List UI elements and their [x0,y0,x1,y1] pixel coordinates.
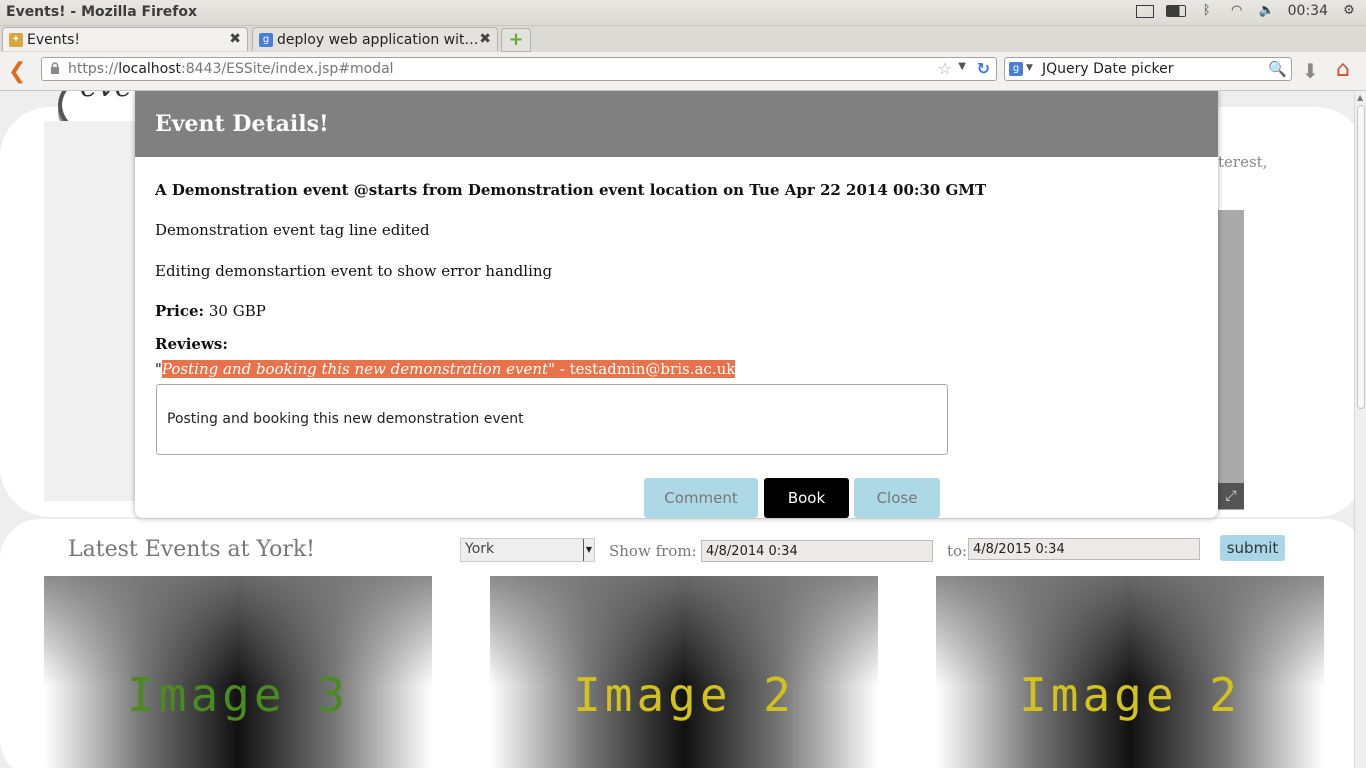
search-input[interactable]: JQuery Date picker [1042,61,1174,77]
clock[interactable]: 00:34 [1288,3,1328,19]
submit-button[interactable]: submit [1220,535,1285,561]
to-date-input[interactable]: 4/8/2015 0:34 [968,538,1200,560]
tab-events[interactable]: ✦ Events! ✖ [2,27,248,51]
event-image[interactable]: Image 2 [490,576,878,768]
event-image-label: Image 2 [573,668,795,722]
city-select-value: York [465,541,495,557]
mail-icon[interactable] [1135,4,1154,18]
page-content: eve terest, ⤢ Latest Events at York! Yor… [0,91,1354,768]
search-icon[interactable]: 🔍 [1268,60,1287,78]
new-tab-button[interactable]: + [501,28,531,52]
google-favicon-icon: g [259,32,273,47]
review-item: "Posting and booking this new demonstrat… [155,360,736,378]
comment-button[interactable]: Comment [644,478,758,518]
history-dropdown-icon[interactable]: ▼ [958,61,966,72]
url-bar[interactable]: https://localhost:8443/ESSite/index.jsp#… [41,57,997,81]
tab-label: Events! [27,31,81,48]
gear-icon[interactable]: ⚙ [1340,4,1358,18]
review-open-quote: " [155,360,162,378]
modal-title: Event Details! [155,111,329,137]
event-tagline: Demonstration event tag line edited [155,221,430,239]
review-highlight: Posting and booking this new demonstrati… [161,360,736,378]
home-icon[interactable]: ⌂ [1336,57,1350,82]
reviews-heading: Reviews: [155,335,228,353]
page-scrollbar[interactable]: ▲ [1354,91,1366,768]
close-button[interactable]: Close [854,478,940,518]
os-top-bar: Events! - Mozilla Firefox ᛒ ◠ 🔈 00:34 ⚙ [0,0,1366,26]
event-description: Editing demonstartion event to show erro… [155,262,553,280]
bluetooth-icon[interactable]: ᛒ [1198,4,1216,18]
tab-label: deploy web application wit… [277,31,479,48]
event-price: Price: 30 GBP [155,302,266,320]
tab-strip: ✦ Events! ✖ g deploy web application wit… [0,26,1366,52]
event-details-modal: Event Details! A Demonstration event @st… [135,91,1218,518]
left-gray-area [44,121,136,501]
partial-text: terest, [1218,153,1268,171]
navigation-bar: ❮ https://localhost:8443/ESSite/index.js… [0,52,1366,91]
tab-favicon-icon: ✦ [9,32,23,47]
price-value: 30 GBP [208,302,266,320]
event-image-label: Image 3 [127,668,349,722]
download-icon[interactable]: ⬇ [1302,59,1319,83]
book-button[interactable]: Book [764,478,849,518]
event-image[interactable]: Image 2 [936,576,1324,768]
url-text: https://localhost:8443/ESSite/index.jsp#… [68,61,394,77]
slideshow-edge [1218,210,1244,510]
review-textarea[interactable]: Posting and booking this new demonstrati… [156,384,948,455]
bookmark-star-icon[interactable]: ☆ [938,59,952,78]
event-summary: A Demonstration event @starts from Demon… [155,181,987,199]
close-icon[interactable]: ✖ [479,31,491,47]
expand-icon[interactable]: ⤢ [1218,483,1244,509]
review-author: " - testadmin@bris.ac.uk [548,360,736,378]
wifi-icon[interactable]: ◠ [1228,4,1246,18]
scroll-up-icon[interactable]: ▲ [1357,93,1363,102]
modal-header: Event Details! [135,91,1218,157]
lock-icon [51,62,59,74]
volume-icon[interactable]: 🔈 [1258,4,1276,18]
show-from-label: Show from: [609,542,697,560]
logo-text: eve [80,91,132,104]
reload-icon[interactable]: ↻ [977,59,990,78]
event-image-label: Image 2 [1019,668,1241,722]
from-date-input[interactable]: 4/8/2014 0:34 [701,540,933,562]
latest-events-title: Latest Events at York! [68,537,316,562]
back-button[interactable]: ❮ [8,59,26,84]
window-title: Events! - Mozilla Firefox [6,4,198,20]
close-icon[interactable]: ✖ [229,31,241,47]
scroll-thumb[interactable] [1357,105,1365,409]
price-label: Price: [155,302,205,320]
city-select[interactable]: York ▼ [460,538,595,562]
tab-deploy[interactable]: g deploy web application wit… ✖ [252,27,498,51]
battery-icon[interactable] [1165,5,1186,17]
event-image[interactable]: Image 3 [44,576,432,768]
chevron-down-icon[interactable]: ▼ [583,539,594,561]
search-bar[interactable]: g ▼ JQuery Date picker 🔍 [1004,57,1292,81]
google-search-engine-icon[interactable]: g [1009,62,1023,76]
system-tray: ᛒ ◠ 🔈 00:34 ⚙ [1135,3,1358,19]
chevron-down-icon[interactable]: ▼ [1026,63,1033,73]
review-text: Posting and booking this new demonstrati… [161,360,549,378]
to-label: to: [947,542,968,560]
review-textarea-value: Posting and booking this new demonstrati… [167,411,524,427]
